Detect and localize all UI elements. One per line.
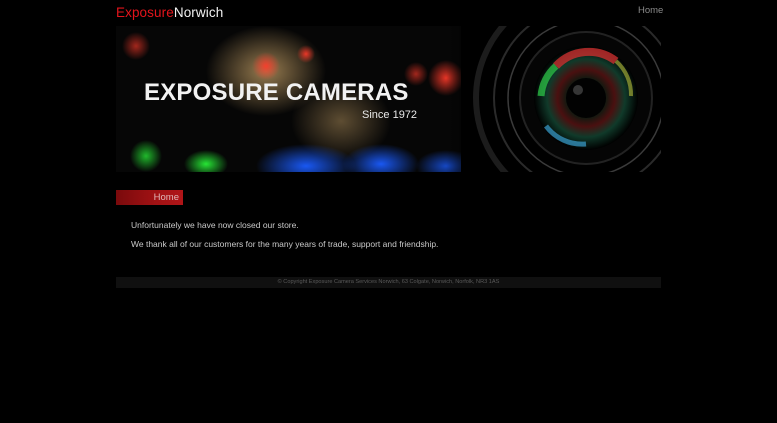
logo-text-exposure: Exposure [116, 5, 174, 20]
hero-banner: EXPOSURE CAMERAS Since 1972 [116, 26, 661, 172]
logo-text-norwich: Norwich [173, 5, 224, 20]
sidebar-item-home[interactable]: Home [116, 190, 183, 205]
closure-notice: Unfortunately we have now closed our sto… [131, 220, 299, 230]
site-logo[interactable]: ExposureNorwich [116, 5, 223, 21]
top-nav-home-link[interactable]: Home [638, 5, 663, 16]
banner-title: EXPOSURE CAMERAS [144, 79, 409, 106]
thank-you-message: We thank all of our customers for the ma… [131, 239, 439, 249]
footer-copyright: © Copyright Exposure Camera Services Nor… [116, 277, 661, 288]
page: ExposureNorwich Home EXPOSURE CAMERAS Si… [0, 0, 777, 423]
main-content: Unfortunately we have now closed our sto… [131, 220, 438, 258]
banner-subtitle: Since 1972 [362, 109, 418, 121]
